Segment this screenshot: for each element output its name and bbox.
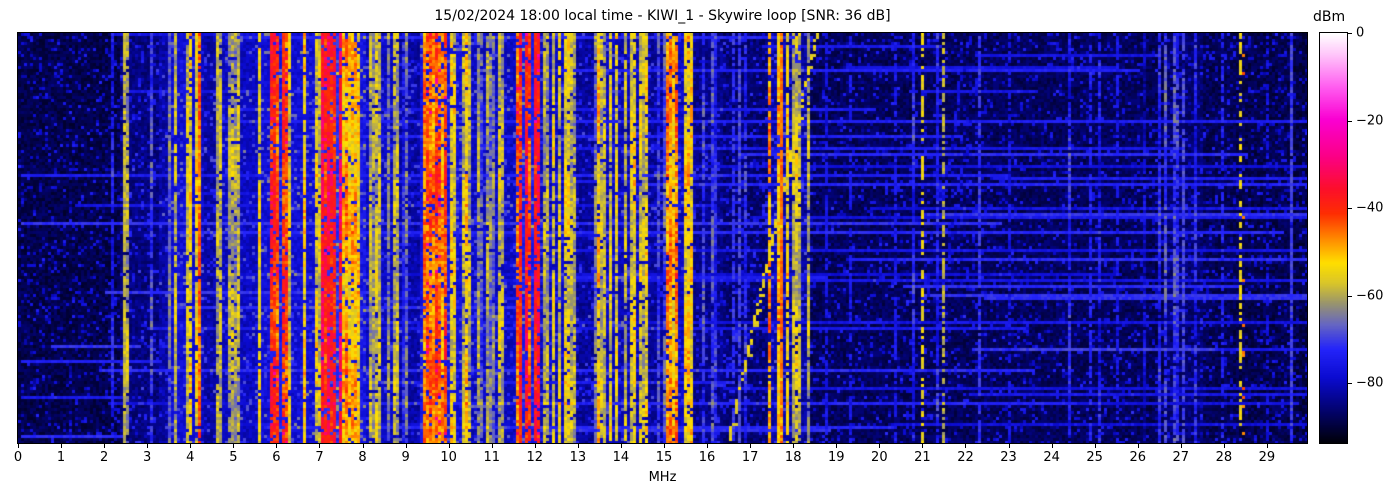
x-tick-mark <box>405 444 407 448</box>
x-tick-label: 3 <box>143 450 152 465</box>
x-tick-label: 20 <box>871 450 888 465</box>
x-tick-mark <box>319 444 321 448</box>
x-tick-label: 7 <box>315 450 324 465</box>
x-tick-mark <box>276 444 278 448</box>
x-tick-mark <box>104 444 106 448</box>
x-tick-label: 11 <box>483 450 501 465</box>
x-tick-label: 29 <box>1258 450 1276 465</box>
x-tick-label: 1 <box>56 450 66 465</box>
x-tick-label: 22 <box>957 450 974 465</box>
colorbar-tick-mark <box>1348 295 1352 297</box>
x-tick-label: 0 <box>13 450 23 465</box>
x-tick-label: 23 <box>1000 450 1017 465</box>
x-tick-label: 6 <box>272 450 281 465</box>
x-tick-label: 19 <box>827 450 845 465</box>
colorbar-tick-mark <box>1348 33 1352 34</box>
x-tick-label: 26 <box>1129 450 1147 465</box>
x-tick-label: 17 <box>741 450 759 465</box>
x-tick-mark <box>1051 444 1053 448</box>
x-tick-mark <box>147 444 149 448</box>
colorbar-tick-mark <box>1348 120 1352 122</box>
colorbar-tick-mark <box>1348 383 1352 385</box>
x-tick-mark <box>620 444 622 448</box>
x-tick-mark <box>61 444 63 448</box>
chart-title: 15/02/2024 18:00 local time - KIWI_1 - S… <box>434 8 891 24</box>
x-tick-mark <box>707 444 709 448</box>
x-tick-mark <box>534 444 536 448</box>
x-tick-mark <box>18 444 19 448</box>
colorbar-tick-label: 0 <box>1356 25 1365 41</box>
x-tick-mark <box>922 444 924 448</box>
x-tick-label: 13 <box>569 450 587 465</box>
colorbar-canvas <box>1320 33 1347 443</box>
x-tick-mark <box>664 444 665 448</box>
x-tick-mark <box>577 444 579 448</box>
x-tick-label: 12 <box>526 450 544 465</box>
x-tick-mark <box>448 444 450 448</box>
x-tick-label: 24 <box>1043 450 1060 465</box>
x-tick-mark <box>491 444 493 448</box>
x-axis-label: MHz <box>648 470 677 485</box>
x-tick-mark <box>1223 444 1225 448</box>
x-tick-label: 2 <box>99 450 109 465</box>
colorbar-tick-label: −80 <box>1356 375 1384 391</box>
x-tick-label: 18 <box>784 450 802 465</box>
x-tick-mark <box>1266 444 1268 448</box>
x-tick-mark <box>1008 444 1010 448</box>
x-tick-mark <box>1094 444 1096 448</box>
x-tick-mark <box>233 444 235 448</box>
x-tick-label: 8 <box>358 450 367 465</box>
x-tick-label: 16 <box>698 450 716 465</box>
x-tick-label: 25 <box>1086 450 1103 465</box>
x-tick-label: 28 <box>1215 450 1233 465</box>
colorbar-tick-label: −40 <box>1356 200 1384 216</box>
x-tick-mark <box>879 444 881 448</box>
x-tick-label: 27 <box>1172 450 1190 465</box>
x-tick-label: 21 <box>914 450 931 465</box>
colorbar <box>1319 32 1348 444</box>
colorbar-tick-label: −20 <box>1356 113 1384 128</box>
x-tick-mark <box>362 444 364 448</box>
x-tick-mark <box>1137 444 1139 448</box>
x-tick-label: 15 <box>655 450 673 465</box>
x-tick-label: 9 <box>401 450 410 465</box>
spectrogram-figure: 15/02/2024 18:00 local time - KIWI_1 - S… <box>0 0 1400 500</box>
colorbar-tick-mark <box>1348 208 1352 210</box>
x-tick-label: 5 <box>229 450 238 465</box>
x-tick-label: 4 <box>186 450 195 465</box>
x-tick-mark <box>793 444 795 448</box>
colorbar-label: dBm <box>1313 9 1346 25</box>
spectrogram-canvas <box>18 33 1307 443</box>
x-tick-mark <box>750 444 752 448</box>
x-tick-label: 10 <box>440 450 457 465</box>
x-tick-mark <box>965 444 967 448</box>
x-tick-mark <box>190 444 192 448</box>
x-tick-mark <box>1180 444 1182 448</box>
x-tick-label: 14 <box>612 450 630 465</box>
spectrogram-plot-area <box>17 32 1308 444</box>
x-tick-mark <box>836 444 838 448</box>
colorbar-tick-label: −60 <box>1356 288 1384 304</box>
